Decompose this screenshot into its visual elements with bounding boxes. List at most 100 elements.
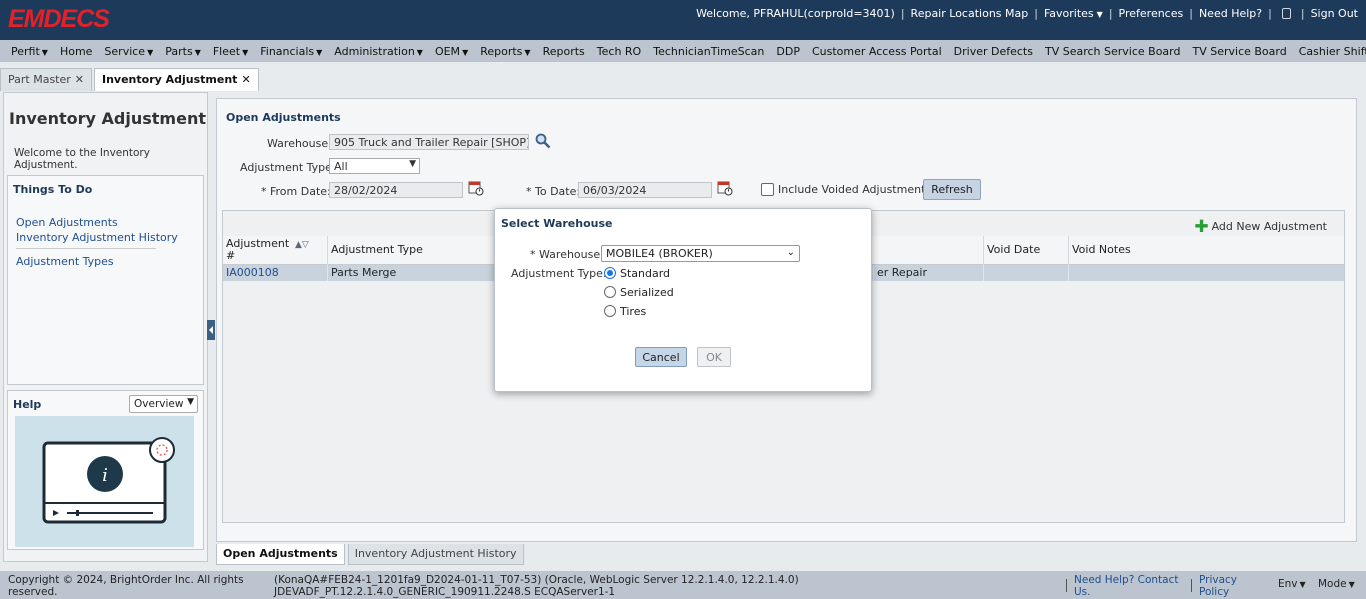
preferences-link[interactable]: Preferences [1119, 7, 1184, 20]
document-tabs: Part Master ✕ Inventory Adjustment ✕ [0, 68, 261, 91]
radio-serialized-label: Serialized [620, 286, 674, 299]
from-date-field[interactable]: 28/02/2024 [329, 182, 463, 198]
chevron-down-icon: ▼ [147, 47, 154, 57]
menu-driver-defects[interactable]: Driver Defects [954, 45, 1033, 58]
tab-inventory-adjustment[interactable]: Inventory Adjustment ✕ [94, 68, 259, 91]
chevron-down-icon: ▼ [194, 47, 201, 57]
mode-menu[interactable]: Mode ▼ [1318, 578, 1355, 590]
include-voided-label: Include Voided Adjustments [778, 183, 932, 196]
plus-icon: ✚ [1194, 217, 1209, 237]
env-menu[interactable]: Env ▼ [1278, 578, 1306, 590]
copyright-text: Copyright © 2024, BrightOrder Inc. All r… [8, 574, 244, 598]
emdecs-logo[interactable]: EMDECS [8, 5, 110, 34]
radio-standard-label: Standard [620, 267, 671, 280]
radio-standard[interactable] [604, 267, 616, 279]
radio-serialized[interactable] [604, 286, 616, 298]
menu-tech-ro[interactable]: Tech RO [597, 45, 641, 58]
divider [1066, 579, 1067, 592]
top-header: EMDECS Welcome, PFRAHUL(corproId=3401) |… [0, 0, 1366, 40]
need-help-link[interactable]: Need Help? [1199, 7, 1262, 20]
link-adjustment-types[interactable]: Adjustment Types [16, 255, 114, 268]
menu-reports[interactable]: Reports [543, 45, 585, 58]
void-date-cell [984, 265, 1069, 281]
privacy-policy-link[interactable]: Privacy Policy [1199, 574, 1249, 598]
menu-administration[interactable]: Administration ▼ [334, 45, 423, 58]
warehouse-label: Warehouse: [267, 137, 332, 150]
include-voided-checkbox[interactable] [761, 183, 774, 196]
menu-reports-dropdown[interactable]: Reports ▼ [480, 45, 530, 58]
column-header-void-notes[interactable]: Void Notes [1069, 236, 1344, 265]
welcome-text: Welcome, PFRAHUL(corproId=3401) [696, 7, 895, 20]
menu-home[interactable]: Home [60, 45, 92, 58]
chevron-down-icon: ▼ [462, 47, 469, 57]
ok-button[interactable]: OK [697, 347, 731, 367]
tab-open-adjustments[interactable]: Open Adjustments [216, 544, 345, 565]
close-icon[interactable]: ✕ [75, 73, 84, 86]
main-menu: Perfit ▼ Home Service ▼ Parts ▼ Fleet ▼ Fina… [0, 40, 1366, 62]
radio-tires[interactable] [604, 305, 616, 317]
to-date-label: * To Date: [526, 185, 581, 198]
menu-customer-access-portal[interactable]: Customer Access Portal [812, 45, 942, 58]
help-topic-select[interactable]: Overview ▼ [129, 395, 198, 413]
menu-financials[interactable]: Financials ▼ [260, 45, 322, 58]
divider [1191, 579, 1192, 592]
to-date-field[interactable]: 06/03/2024 [578, 182, 712, 198]
adjustment-number-link[interactable]: IA000108 [223, 265, 328, 281]
dialog-warehouse-select[interactable]: MOBILE4 (BROKER) ⌄ [601, 245, 800, 262]
footer: Copyright © 2024, BrightOrder Inc. All r… [0, 571, 1366, 599]
search-icon[interactable] [535, 133, 551, 149]
menu-oem[interactable]: OEM ▼ [435, 45, 468, 58]
favorites-menu[interactable]: Favorites ▼ [1044, 7, 1103, 20]
divider [16, 248, 156, 249]
video-player-icon: i [42, 437, 175, 524]
dialog-warehouse-label: * Warehouse: [530, 248, 604, 261]
chevron-down-icon: ▼ [1096, 10, 1103, 19]
link-inventory-adjustment-history[interactable]: Inventory Adjustment History [16, 231, 178, 244]
menu-cashier-shift[interactable]: Cashier Shift [1299, 45, 1366, 58]
radio-tires-label: Tires [620, 305, 647, 318]
sort-icon[interactable]: ▲▽ [295, 240, 309, 250]
sign-out-link[interactable]: Sign Out [1311, 7, 1358, 20]
from-date-label: * From Date: [261, 185, 331, 198]
close-icon[interactable]: ✕ [241, 73, 250, 86]
menu-tv-service-board[interactable]: TV Service Board [1192, 45, 1286, 58]
menu-service[interactable]: Service ▼ [104, 45, 153, 58]
help-video-thumbnail[interactable]: i [15, 416, 194, 547]
calendar-icon[interactable] [717, 180, 733, 196]
dialog-title: Select Warehouse [501, 217, 613, 230]
chevron-down-icon: ▼ [316, 47, 323, 57]
menu-technician-time-scan[interactable]: TechnicianTimeScan [653, 45, 764, 58]
void-notes-cell [1069, 265, 1344, 281]
panel-collapse-handle[interactable] [207, 320, 215, 340]
header-links: Welcome, PFRAHUL(corproId=3401) | Repair… [696, 7, 1358, 20]
link-open-adjustments[interactable]: Open Adjustments [16, 216, 118, 229]
menu-ddp[interactable]: DDP [776, 45, 800, 58]
menu-fleet[interactable]: Fleet ▼ [213, 45, 248, 58]
column-header-void-date[interactable]: Void Date [984, 236, 1069, 265]
open-adjustments-title: Open Adjustments [226, 111, 341, 124]
repair-locations-map-link[interactable]: Repair Locations Map [911, 7, 1029, 20]
chevron-down-icon: ▼ [41, 47, 48, 57]
column-header-adjustment-number[interactable]: Adjustment # ▲▽ [223, 236, 328, 265]
menu-parts[interactable]: Parts ▼ [165, 45, 201, 58]
cancel-button[interactable]: Cancel [635, 347, 687, 367]
add-new-adjustment-button[interactable]: ✚ Add New Adjustment [1194, 217, 1327, 237]
tab-inventory-adjustment-history[interactable]: Inventory Adjustment History [347, 544, 524, 565]
warehouse-cell: er Repair [874, 265, 984, 281]
need-help-contact-link[interactable]: Need Help? Contact Us. [1074, 574, 1184, 598]
things-to-do-box: Things To Do Open Adjustments Inventory … [7, 175, 204, 385]
chevron-down-icon: ▼ [409, 159, 416, 169]
select-warehouse-dialog: Select Warehouse * Warehouse: MOBILE4 (B… [494, 208, 872, 392]
bottom-tabs: Open Adjustments Inventory Adjustment Hi… [216, 544, 527, 565]
adjustment-type-select[interactable]: All ▼ [329, 158, 420, 174]
warehouse-field[interactable]: 905 Truck and Trailer Repair [SHOP] [329, 134, 529, 150]
menu-perfit[interactable]: Perfit ▼ [11, 45, 48, 58]
tab-part-master[interactable]: Part Master ✕ [0, 68, 92, 91]
menu-tv-search-service-board[interactable]: TV Search Service Board [1045, 45, 1181, 58]
left-panel: Inventory Adjustment Welcome to the Inve… [3, 92, 208, 562]
refresh-button[interactable]: Refresh [923, 179, 981, 200]
welcome-message: Welcome to the Inventory Adjustment. [14, 147, 150, 171]
calendar-icon[interactable] [468, 180, 484, 196]
build-info: (KonaQA#FEB24-1_1201fa9_D2024-01-11_T07-… [274, 574, 799, 598]
lock-icon[interactable] [1281, 8, 1291, 19]
